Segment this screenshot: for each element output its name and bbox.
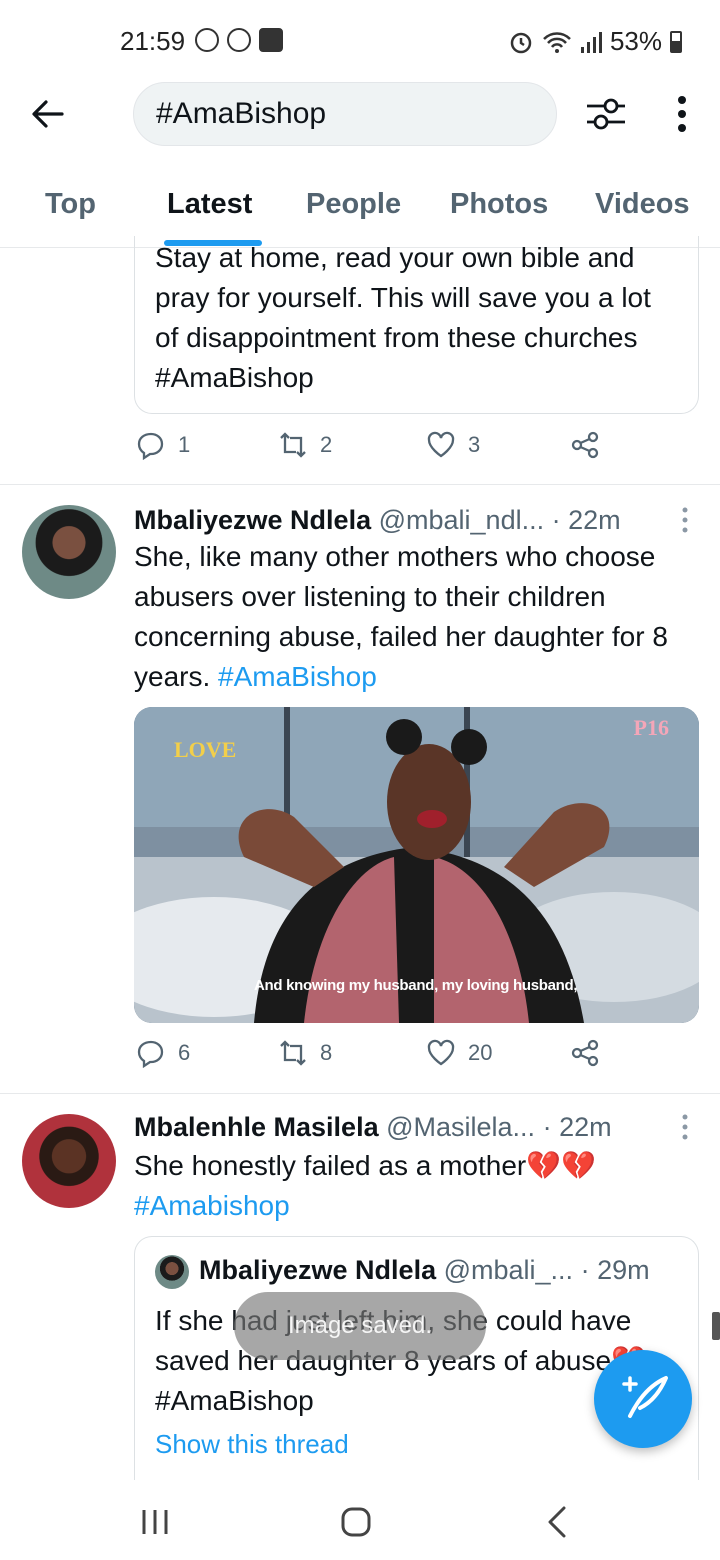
tab-photos[interactable]: Photos <box>450 188 548 221</box>
avatar <box>155 1255 189 1289</box>
wifi-icon <box>543 31 571 53</box>
checkbox-notification-icon <box>259 28 283 52</box>
share-button[interactable] <box>570 1038 600 1068</box>
share-icon <box>571 1039 599 1067</box>
tweet-time: · 22m <box>542 1112 612 1142</box>
share-button[interactable] <box>570 430 600 460</box>
reply-button[interactable]: 6 <box>136 1038 190 1068</box>
retweet-count: 2 <box>320 432 333 457</box>
tweet-media-image[interactable]: LOVE P16 And knowing my husband, my lovi… <box>134 707 699 1023</box>
compose-tweet-button[interactable] <box>594 1350 692 1448</box>
system-indicators: 53% <box>508 26 682 57</box>
home-icon[interactable] <box>334 1500 378 1544</box>
recent-apps-icon[interactable] <box>133 1500 177 1544</box>
tweet-menu-icon[interactable] <box>682 507 688 533</box>
search-input[interactable]: #AmaBishop <box>133 82 557 146</box>
quoted-tweet[interactable]: Stay at home, read your own bible and pr… <box>134 236 699 414</box>
search-header: #AmaBishop <box>0 82 720 146</box>
toast-message: Image saved. <box>234 1292 486 1360</box>
quoted-tweet-header: Mbaliyezwe Ndlela @mbali_... · 29m <box>199 1255 650 1286</box>
avatar[interactable] <box>22 1114 116 1208</box>
hashtag-link[interactable]: #AmaBishop <box>218 661 377 692</box>
tab-latest[interactable]: Latest <box>167 188 252 221</box>
retweet-count: 8 <box>320 1040 333 1065</box>
back-nav-icon[interactable] <box>536 1500 580 1544</box>
reply-icon <box>137 1040 164 1068</box>
compose-feather-icon <box>622 1376 668 1418</box>
tweet-header: Mbaliyezwe Ndlela @mbali_ndl... · 22m <box>134 503 621 537</box>
tweet-menu-icon[interactable] <box>682 1114 688 1140</box>
scrollbar[interactable] <box>712 1312 720 1340</box>
retweet-button[interactable]: 2 <box>278 430 332 460</box>
tweet-text: She honestly failed as a mother💔💔 #Amabi… <box>134 1146 704 1226</box>
retweet-icon <box>280 432 306 458</box>
reply-icon <box>137 432 164 460</box>
channel-logo: LOVE <box>174 737 237 762</box>
notification-icons <box>195 28 283 52</box>
battery-icon <box>670 30 682 53</box>
quoted-author-name: Mbaliyezwe Ndlela <box>199 1255 437 1285</box>
hashtag-link[interactable]: #Amabishop <box>134 1186 704 1226</box>
quoted-tweet-text: Stay at home, read your own bible and pr… <box>155 242 651 393</box>
quoted-author-handle: @mbali_... <box>443 1255 574 1285</box>
tweet-actions: 1 2 3 <box>134 430 634 470</box>
retweet-button[interactable]: 8 <box>278 1038 332 1068</box>
back-arrow-icon[interactable] <box>30 96 66 132</box>
search-filter-icon[interactable] <box>584 94 628 134</box>
tweet-time: · 22m <box>551 505 621 535</box>
like-button[interactable]: 3 <box>426 430 480 460</box>
battery-percent: 53% <box>609 26 662 56</box>
tweet-actions: 6 8 20 <box>134 1038 634 1078</box>
heart-icon <box>427 1039 455 1066</box>
tweet-body: She, like many other mothers who choose … <box>134 541 668 692</box>
reply-button[interactable]: 1 <box>136 430 190 460</box>
author-handle: @Masilela... <box>386 1112 536 1142</box>
tab-videos[interactable]: Videos <box>595 188 690 221</box>
tweet-body: She honestly failed as a mother💔💔 <box>134 1150 596 1181</box>
status-time: 21:59 <box>120 26 186 56</box>
reply-count: 6 <box>178 1040 191 1065</box>
avatar[interactable] <box>22 505 116 599</box>
status-bar: 21:59 53% <box>0 0 720 80</box>
like-count: 20 <box>468 1040 493 1065</box>
signal-icon <box>580 31 602 53</box>
author-name[interactable]: Mbalenhle Masilela <box>134 1112 379 1142</box>
whatsapp-icon <box>195 28 219 52</box>
heart-icon <box>427 431 455 458</box>
tweet-header: Mbalenhle Masilela @Masilela... · 22m <box>134 1110 612 1144</box>
like-button[interactable]: 20 <box>426 1038 492 1068</box>
tab-people[interactable]: People <box>306 188 401 221</box>
share-icon <box>571 431 599 459</box>
author-name[interactable]: Mbaliyezwe Ndlela <box>134 505 371 535</box>
age-rating-badge: P16 <box>633 715 669 740</box>
tweet-text: She, like many other mothers who choose … <box>134 537 704 697</box>
messenger-icon <box>227 28 251 52</box>
more-options-icon[interactable] <box>672 92 692 136</box>
quoted-tweet-time: · 29m <box>580 1255 650 1285</box>
reply-count: 1 <box>178 432 191 457</box>
tab-top[interactable]: Top <box>45 188 96 221</box>
retweet-icon <box>280 1040 306 1066</box>
author-handle: @mbali_ndl... <box>378 505 545 535</box>
video-subtitle: And knowing my husband, my loving husban… <box>254 977 578 994</box>
like-count: 3 <box>468 432 481 457</box>
show-thread-link[interactable]: Show this thread <box>155 1429 349 1460</box>
system-nav-bar <box>0 1480 720 1560</box>
alarm-icon <box>510 32 532 53</box>
